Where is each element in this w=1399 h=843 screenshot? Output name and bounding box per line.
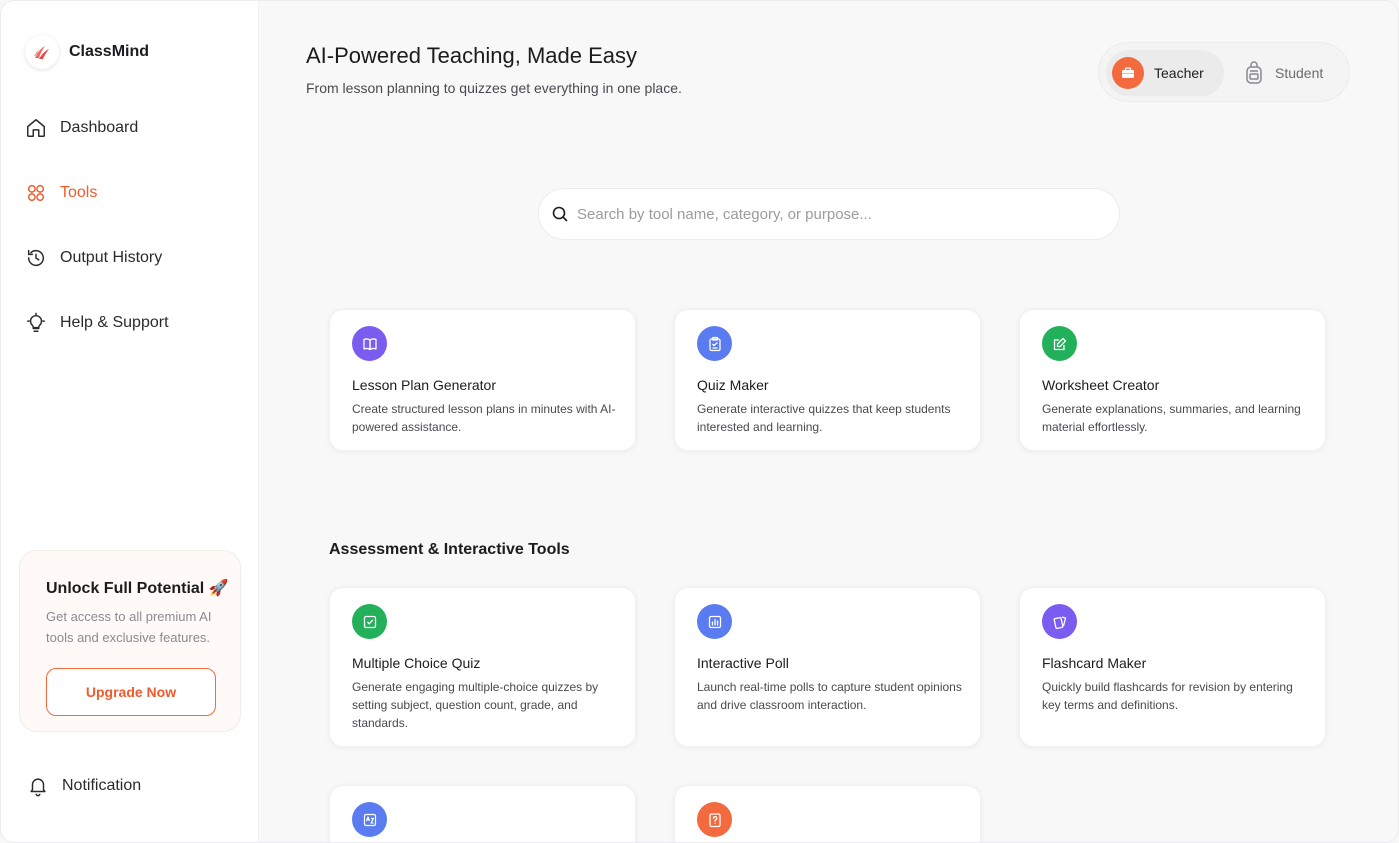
sidebar-nav: Dashboard Tools Output History Help & Su… — [25, 111, 235, 371]
search-icon — [552, 206, 568, 222]
poll-icon — [708, 615, 721, 628]
card-title: Multiple Choice Quiz — [352, 655, 481, 671]
card-icon-badge — [352, 802, 387, 837]
backpack-icon — [1246, 61, 1262, 84]
card-title: Flashcard Maker — [1042, 655, 1147, 671]
brand[interactable]: ClassMind — [25, 35, 149, 69]
tool-card-worksheet-creator[interactable]: Worksheet Creator Generate explanations,… — [1019, 309, 1326, 451]
card-icon-badge — [1042, 604, 1077, 639]
sidebar-item-label: Tools — [60, 184, 98, 201]
card-title: Interactive Poll — [697, 655, 789, 671]
sidebar-item-dashboard[interactable]: Dashboard — [25, 111, 235, 145]
dictionary-icon — [363, 813, 376, 826]
page-title: AI-Powered Teaching, Made Easy — [306, 43, 637, 68]
tool-card-quiz-maker[interactable]: Quiz Maker Generate interactive quizzes … — [674, 309, 981, 451]
lightbulb-icon — [27, 312, 45, 332]
card-icon-badge — [697, 604, 732, 639]
tool-card-multiple-choice-quiz[interactable]: Multiple Choice Quiz Generate engaging m… — [329, 587, 636, 747]
sidebar-item-notification[interactable]: Notification — [27, 775, 141, 797]
card-description: Generate interactive quizzes that keep s… — [697, 402, 951, 434]
card-description: Quickly build flashcards for revision by… — [1042, 680, 1293, 712]
tool-card-flashcard-maker[interactable]: Flashcard Maker Quickly build flashcards… — [1019, 587, 1326, 747]
sidebar-item-help-support[interactable]: Help & Support — [25, 306, 235, 340]
role-student-label: Student — [1275, 65, 1324, 81]
promo-description: Get access to all premium AI tools and e… — [46, 609, 212, 645]
upgrade-now-button[interactable]: Upgrade Now — [46, 668, 216, 716]
sidebar: ClassMind Dashboard Tools Output History… — [1, 1, 259, 842]
card-icon-badge — [352, 604, 387, 639]
role-student-button[interactable]: Student — [1231, 50, 1345, 96]
card-description: Create structured lesson plans in minute… — [352, 402, 616, 434]
tool-card-lesson-plan-generator[interactable]: Lesson Plan Generator Create structured … — [329, 309, 636, 451]
bell-icon — [30, 778, 46, 797]
briefcase-icon — [1112, 57, 1144, 89]
sidebar-item-label: Help & Support — [60, 314, 169, 331]
brand-logo-icon — [25, 35, 59, 69]
app-window: ClassMind Dashboard Tools Output History… — [0, 0, 1399, 843]
search-input[interactable] — [577, 205, 1097, 223]
card-description: Generate engaging multiple-choice quizze… — [352, 680, 599, 730]
role-teacher-button[interactable]: Teacher — [1106, 50, 1224, 96]
brand-name: ClassMind — [69, 43, 150, 60]
flashcard-icon — [1053, 615, 1066, 629]
sidebar-item-label: Output History — [60, 249, 163, 266]
tool-card-question[interactable] — [674, 785, 981, 842]
card-title: Lesson Plan Generator — [352, 377, 496, 393]
card-icon-badge — [697, 802, 732, 837]
section-title: Assessment & Interactive Tools — [329, 541, 570, 558]
tool-card-dictionary[interactable] — [329, 785, 636, 842]
promo-title: Unlock Full Potential 🚀 — [46, 580, 229, 597]
card-title: Worksheet Creator — [1042, 377, 1160, 393]
clipboard-icon — [708, 336, 721, 351]
tool-card-interactive-poll[interactable]: Interactive Poll Launch real-time polls … — [674, 587, 981, 747]
tools-icon — [27, 184, 45, 202]
card-description: Launch real-time polls to capture studen… — [697, 680, 962, 712]
sidebar-item-tools[interactable]: Tools — [25, 176, 235, 210]
card-description: Generate explanations, summaries, and le… — [1042, 402, 1301, 434]
sidebar-item-label: Dashboard — [60, 119, 139, 136]
home-icon — [27, 119, 45, 137]
question-icon — [708, 812, 721, 827]
card-icon-badge — [1042, 326, 1077, 361]
role-teacher-label: Teacher — [1154, 65, 1204, 81]
card-title: Quiz Maker — [697, 377, 769, 393]
notification-label: Notification — [62, 777, 142, 794]
card-icon-badge — [697, 326, 732, 361]
upgrade-promo-card: Unlock Full Potential 🚀 Get access to al… — [19, 550, 241, 732]
card-icon-badge — [352, 326, 387, 361]
checkbox-icon — [363, 615, 376, 628]
page-subtitle: From lesson planning to quizzes get ever… — [306, 80, 682, 96]
role-toggle: Teacher Student — [1098, 42, 1350, 102]
book-icon — [362, 337, 377, 350]
sidebar-item-output-history[interactable]: Output History — [25, 241, 235, 275]
edit-icon — [1053, 337, 1066, 350]
history-icon — [27, 249, 45, 267]
search-bar — [538, 188, 1120, 240]
